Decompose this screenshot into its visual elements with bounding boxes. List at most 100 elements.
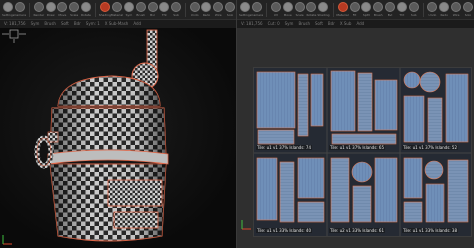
sub-toolbar-item[interactable]: Add <box>133 20 141 28</box>
toolbar-tool-icon <box>69 1 80 12</box>
toolbar-tool-icon <box>318 1 329 12</box>
viewport-tool-button[interactable]: Camera <box>14 0 26 20</box>
viewport-tool-button[interactable]: Tht <box>158 0 170 20</box>
model-panel <box>107 179 163 207</box>
toolbar-tool-icon <box>80 1 91 12</box>
toolbar-tool-icon <box>349 1 360 12</box>
viewport-tool-button[interactable]: Scale <box>68 0 80 20</box>
sub-toolbar-item[interactable]: V: 181,756 <box>241 20 263 28</box>
viewport-tool-button[interactable]: Render <box>33 0 45 20</box>
uv-tool-button[interactable]: Sub <box>408 0 420 20</box>
toolbar-tool-icon <box>396 1 407 12</box>
toolbar-separator <box>29 2 30 17</box>
uv-tool-button[interactable]: Move <box>282 0 294 20</box>
tool-label: Redo <box>440 12 449 17</box>
uv-tool-button[interactable]: Wire <box>450 0 462 20</box>
uv-tool-button[interactable]: Undo <box>427 0 439 20</box>
uv-tool-button[interactable]: Material <box>336 0 349 20</box>
sub-toolbar-item[interactable]: Sym <box>285 20 294 28</box>
toolbar-tool-icon <box>225 1 236 12</box>
toolbar-tool-icon <box>57 1 68 12</box>
toolbar-tool-icon <box>252 1 263 12</box>
toolbar-tool-icon <box>451 1 462 12</box>
uv-tool-button[interactable]: Shading <box>317 0 330 20</box>
tool-label: Sub <box>173 12 179 17</box>
uv-canvas[interactable]: Tile: u1 v1 37% Islands: 74 Tile: u1 v1 … <box>253 67 472 237</box>
viewport-tool-button[interactable]: Settings <box>2 0 14 20</box>
viewport-tool-button[interactable]: Move <box>57 0 69 20</box>
uv-tool-button[interactable]: Settings <box>239 0 251 20</box>
sub-toolbar-item[interactable]: Sym <box>31 20 40 28</box>
tool-label: Camera <box>14 12 27 17</box>
uv-tool-button[interactable]: Brush <box>372 0 384 20</box>
sub-toolbar-item[interactable]: X Sub <box>340 20 352 28</box>
viewport-tool-button[interactable]: Shading <box>99 0 111 20</box>
sub-toolbar-item[interactable]: X Sub-Mash <box>105 20 129 28</box>
toolbar-tool-icon <box>33 1 44 12</box>
sub-toolbar-item[interactable]: V: 181,756 <box>4 20 26 28</box>
uv-tool-button[interactable]: Camera <box>251 0 263 20</box>
viewport-tool-button[interactable]: Brush <box>135 0 147 20</box>
model-render <box>34 29 169 242</box>
viewport-tool-button[interactable]: Sub <box>170 0 182 20</box>
tool-label: Solo <box>464 12 472 17</box>
uv-tool-button[interactable]: Tht <box>396 0 408 20</box>
sub-toolbar-item[interactable]: Sym: 1 <box>86 20 100 28</box>
model-band <box>47 149 169 165</box>
sub-toolbar-item[interactable]: Brush <box>44 20 56 28</box>
viewport-tool-button[interactable]: Bvl <box>147 0 159 20</box>
uv-workspace[interactable]: Tile: u1 v1 37% Islands: 74 Tile: u1 v1 … <box>237 28 474 248</box>
uv-tool-button[interactable]: Scale <box>294 0 306 20</box>
viewport-tool-button[interactable]: Material <box>111 0 123 20</box>
viewport-tool-button[interactable]: Undo <box>189 0 201 20</box>
uv-tool-button[interactable]: Bvl <box>384 0 396 20</box>
view-cube-icon[interactable] <box>0 28 28 44</box>
viewport-tool-button[interactable]: Wire <box>212 0 224 20</box>
tool-label: Material <box>110 12 124 17</box>
viewport-tool-button[interactable]: Rotate <box>80 0 92 20</box>
uv-tool-button[interactable]: UV <box>270 0 282 20</box>
sub-toolbar-item[interactable]: Cut: 0 <box>268 20 280 28</box>
toolbar-tool-icon <box>306 1 317 12</box>
tool-label: Sub <box>410 12 417 17</box>
uv-tool-button[interactable]: Solo <box>462 0 474 20</box>
toolbar-tool-icon <box>282 1 293 12</box>
tool-label: Shading <box>317 12 330 17</box>
3d-viewport[interactable] <box>0 28 236 248</box>
toolbar-tool-icon <box>135 1 146 12</box>
sub-toolbar-item[interactable]: Brush <box>298 20 310 28</box>
toolbar-tool-icon <box>159 1 170 12</box>
toolbar-tool-icon <box>294 1 305 12</box>
uv-tile-label: Tile: u2 v1 33% Islands: 61 <box>329 228 386 233</box>
tool-label: Redo <box>202 12 211 17</box>
uv-tool-button[interactable]: Fit <box>349 0 361 20</box>
uv-tile-label: Tile: u1 v1 37% Islands: 74 <box>256 145 313 150</box>
viewport-tool-button[interactable]: Draw <box>45 0 57 20</box>
sub-toolbar-item[interactable]: Soft <box>61 20 69 28</box>
viewport-pane: Settings Camera Render Draw Move Scale Rotate S… <box>0 0 236 248</box>
viewport-toolbar: Settings Camera Render Draw Move Scale Rotate S… <box>0 0 236 20</box>
tool-label: Brush <box>373 12 383 17</box>
tool-label: Undo <box>428 12 437 17</box>
tool-label: Render <box>33 12 45 17</box>
uv-tool-button[interactable]: Spltt <box>360 0 372 20</box>
sub-toolbar-item[interactable]: Add <box>356 20 364 28</box>
viewport-tool-button[interactable]: Solo <box>224 0 236 20</box>
tool-label: Scale <box>70 12 79 17</box>
toolbar-tool-icon <box>427 1 438 12</box>
viewport-tool-button[interactable]: Redo <box>201 0 213 20</box>
toolbar-tool-icon <box>385 1 396 12</box>
sub-toolbar-item[interactable]: Soft <box>315 20 323 28</box>
toolbar-separator <box>422 2 424 17</box>
sub-toolbar-item[interactable]: Bdr <box>74 20 81 28</box>
tool-label: Fit <box>352 12 357 17</box>
uv-toolbar: Settings Camera UV Move Scale Rotate Shading Ma… <box>237 0 474 20</box>
tool-label: Move <box>283 12 292 17</box>
viewport-tool-button[interactable]: Sym <box>123 0 135 20</box>
uv-tool-button[interactable]: Rotate <box>306 0 318 20</box>
uv-tool-button[interactable]: Redo <box>438 0 450 20</box>
toolbar-tool-icon <box>439 1 450 12</box>
toolbar-tool-icon <box>111 1 122 12</box>
toolbar-tool-icon <box>240 1 251 12</box>
sub-toolbar-item[interactable]: Bdr <box>328 20 335 28</box>
